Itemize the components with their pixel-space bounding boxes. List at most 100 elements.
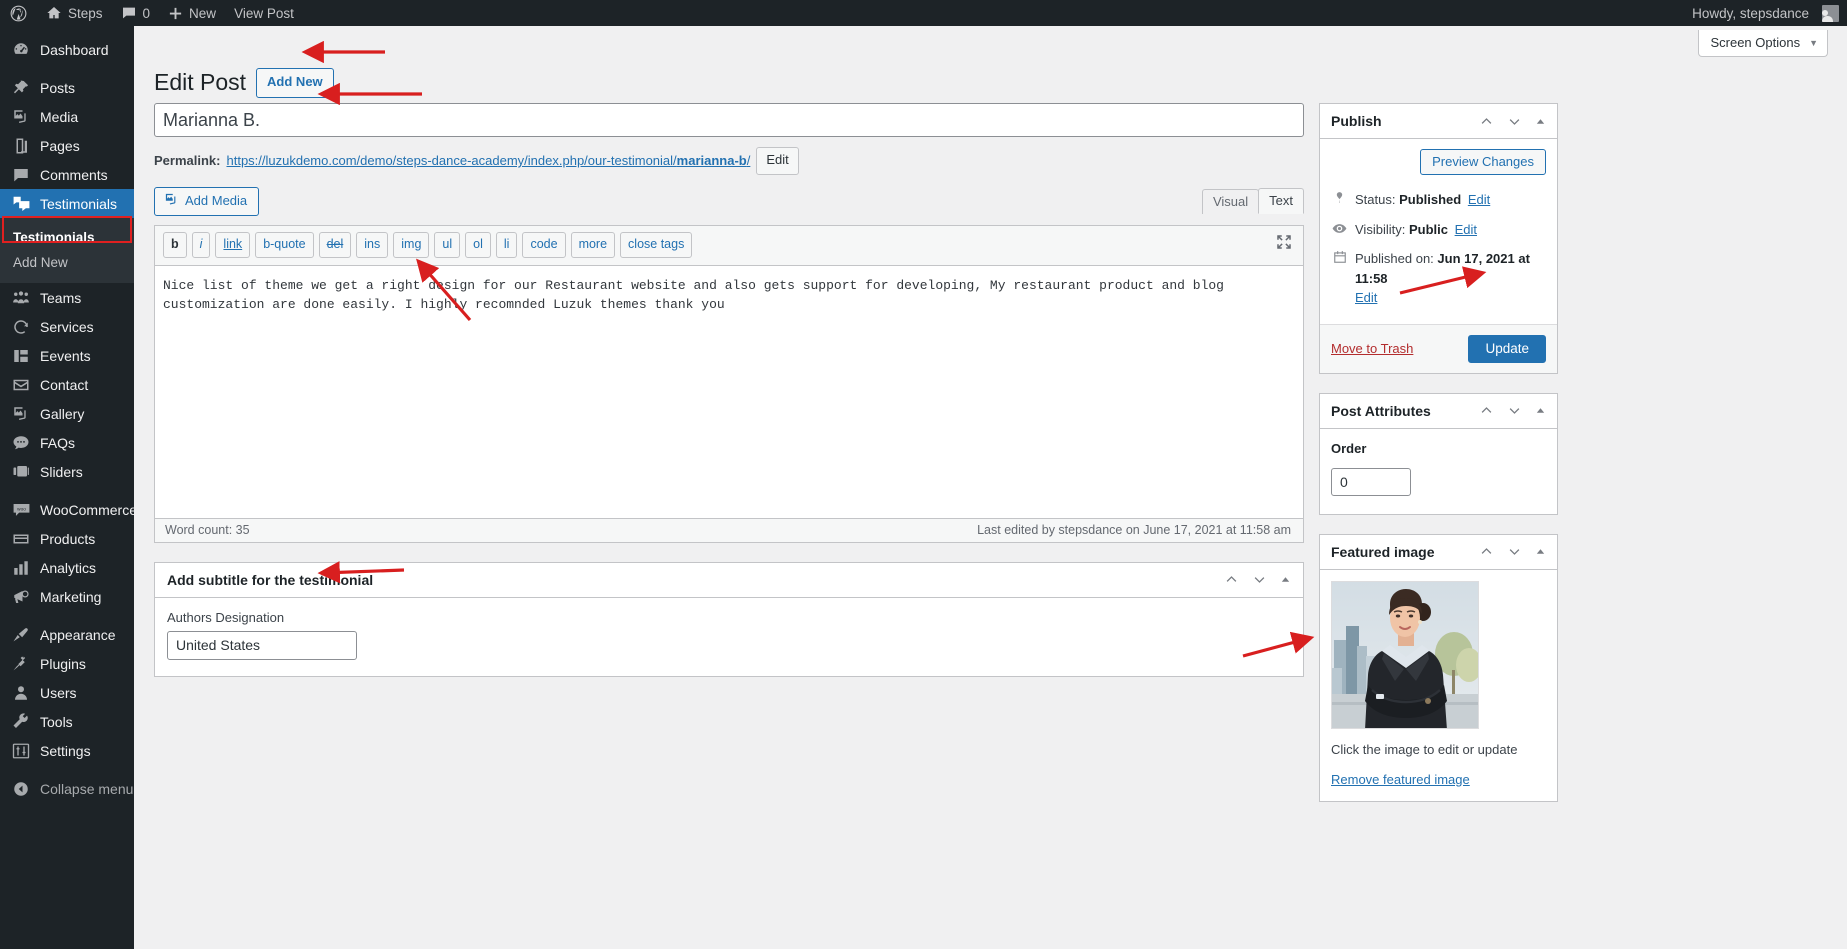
sidebar-item-tools[interactable]: Tools bbox=[0, 707, 134, 736]
post-body-main-column: Permalink: https://luzukdemo.com/demo/st… bbox=[154, 103, 1304, 677]
quicktags-toolbar: b i link b-quote del ins img ul ol li co… bbox=[155, 225, 1303, 266]
sidebar-item-label: Teams bbox=[40, 289, 82, 306]
envelope-icon bbox=[11, 375, 31, 395]
comment-bubble-icon bbox=[11, 165, 31, 185]
sidebar-item-gallery[interactable]: Gallery bbox=[0, 399, 134, 428]
comments-count: 0 bbox=[142, 5, 151, 21]
update-button[interactable]: Update bbox=[1468, 334, 1546, 363]
sidebar-item-plugins[interactable]: Plugins bbox=[0, 649, 134, 678]
qt-button-ul[interactable]: ul bbox=[434, 231, 461, 258]
sidebar-item-appearance[interactable]: Appearance bbox=[0, 620, 134, 649]
media-icon bbox=[164, 192, 179, 210]
preview-changes-button[interactable]: Preview Changes bbox=[1420, 149, 1546, 175]
tab-text[interactable]: Text bbox=[1258, 187, 1304, 214]
triangle-up-icon[interactable] bbox=[1535, 546, 1546, 557]
qt-button-i[interactable]: i bbox=[191, 231, 211, 258]
sidebar-item-label: Contact bbox=[40, 376, 89, 393]
triangle-up-icon[interactable] bbox=[1535, 116, 1546, 127]
editor-container: b i link b-quote del ins img ul ol li co… bbox=[154, 224, 1304, 543]
comments-menu[interactable]: 0 bbox=[112, 0, 160, 26]
sidebar-item-sliders[interactable]: Sliders bbox=[0, 457, 134, 486]
qt-button-b[interactable]: b bbox=[163, 231, 187, 258]
sidebar-item-pages[interactable]: Pages bbox=[0, 131, 134, 160]
submenu-item-testimonials[interactable]: Testimonials bbox=[0, 225, 134, 250]
publish-metabox: Publish Preview Changes Status: Publishe… bbox=[1319, 103, 1558, 374]
edit-permalink-button[interactable]: Edit bbox=[756, 147, 799, 175]
my-account-menu[interactable]: Howdy, stepsdance bbox=[1683, 0, 1839, 26]
edit-published-link[interactable]: Edit bbox=[1355, 288, 1546, 308]
pin-marker-icon bbox=[1331, 190, 1348, 204]
comment-bubble-icon bbox=[121, 5, 137, 21]
screen-options-button[interactable]: Screen Options ▼ bbox=[1698, 30, 1828, 57]
add-new-button[interactable]: Add New bbox=[256, 68, 334, 98]
sidebar-item-services[interactable]: Services bbox=[0, 312, 134, 341]
add-media-button[interactable]: Add Media bbox=[154, 186, 260, 216]
post-content-textarea[interactable] bbox=[155, 265, 1303, 518]
subtitle-metabox-title: Add subtitle for the testimonial bbox=[167, 571, 374, 588]
order-input[interactable] bbox=[1331, 467, 1411, 496]
new-content-menu[interactable]: New bbox=[159, 0, 225, 26]
edit-status-link[interactable]: Edit bbox=[1468, 192, 1490, 207]
expand-arrows-icon[interactable] bbox=[1275, 233, 1293, 251]
sidebar-item-teams[interactable]: Teams bbox=[0, 283, 134, 312]
view-post-link[interactable]: View Post bbox=[225, 0, 303, 26]
collapse-menu-button[interactable]: Collapse menu bbox=[0, 774, 134, 803]
remove-featured-image-link[interactable]: Remove featured image bbox=[1331, 772, 1546, 787]
triangle-up-icon[interactable] bbox=[1280, 574, 1291, 585]
sidebar-item-comments[interactable]: Comments bbox=[0, 160, 134, 189]
sidebar-item-products[interactable]: Products bbox=[0, 524, 134, 553]
qt-button-img[interactable]: img bbox=[393, 231, 430, 258]
edit-visibility-link[interactable]: Edit bbox=[1455, 222, 1477, 237]
subtitle-metabox-body: Authors Designation bbox=[155, 598, 1303, 676]
post-title-input[interactable] bbox=[154, 103, 1304, 137]
qt-button-ol[interactable]: ol bbox=[465, 231, 491, 258]
sidebar-item-media[interactable]: Media bbox=[0, 102, 134, 131]
qt-button-more[interactable]: more bbox=[570, 231, 616, 258]
order-label: Order bbox=[1331, 440, 1367, 456]
post-attributes-body: Order bbox=[1320, 429, 1557, 514]
chevron-up-icon[interactable] bbox=[1224, 572, 1239, 587]
subtitle-metabox: Add subtitle for the testimonial Authors… bbox=[154, 561, 1304, 677]
sidebar-item-settings[interactable]: Settings bbox=[0, 736, 134, 765]
sidebar-item-testimonials[interactable]: Testimonials bbox=[0, 189, 134, 218]
sidebar-item-dashboard[interactable]: Dashboard bbox=[0, 35, 134, 64]
menu-spacer-top bbox=[0, 26, 134, 35]
sidebar-item-faqs[interactable]: FAQs bbox=[0, 428, 134, 457]
chevron-up-icon[interactable] bbox=[1479, 114, 1494, 129]
qt-button-close-tags[interactable]: close tags bbox=[620, 231, 693, 258]
featured-image-header: Featured image bbox=[1320, 535, 1557, 570]
sidebar-item-marketing[interactable]: Marketing bbox=[0, 582, 134, 611]
qt-button-ins[interactable]: ins bbox=[356, 231, 389, 258]
site-name-menu[interactable]: Steps bbox=[37, 0, 112, 26]
new-label: New bbox=[189, 5, 217, 21]
chevron-down-icon[interactable] bbox=[1507, 544, 1522, 559]
featured-image-thumbnail[interactable] bbox=[1331, 580, 1479, 729]
tab-visual[interactable]: Visual bbox=[1201, 188, 1260, 214]
wp-logo-menu[interactable] bbox=[0, 0, 37, 26]
chevron-up-icon[interactable] bbox=[1479, 544, 1494, 559]
sidebar-item-eevents[interactable]: Eevents bbox=[0, 341, 134, 370]
chevron-down-icon[interactable] bbox=[1252, 572, 1267, 587]
sidebar-item-woocommerce[interactable]: woo WooCommerce bbox=[0, 495, 134, 524]
qt-button-li[interactable]: li bbox=[495, 231, 518, 258]
sidebar-item-analytics[interactable]: Analytics bbox=[0, 553, 134, 582]
user-icon bbox=[11, 683, 31, 703]
chevron-up-icon[interactable] bbox=[1479, 403, 1494, 418]
move-to-trash-link[interactable]: Move to Trash bbox=[1331, 341, 1413, 356]
sidebar-item-posts[interactable]: Posts bbox=[0, 73, 134, 102]
permalink-url[interactable]: https://luzukdemo.com/demo/steps-dance-a… bbox=[226, 153, 750, 168]
qt-button-del[interactable]: del bbox=[318, 231, 352, 258]
sidebar-item-users[interactable]: Users bbox=[0, 678, 134, 707]
qt-button-link[interactable]: link bbox=[215, 231, 251, 258]
qt-button-code[interactable]: code bbox=[522, 231, 566, 258]
sidebar-item-contact[interactable]: Contact bbox=[0, 370, 134, 399]
triangle-up-icon[interactable] bbox=[1535, 405, 1546, 416]
sidebar-item-label: Comments bbox=[40, 166, 108, 183]
authors-designation-input[interactable] bbox=[167, 630, 357, 660]
chevron-down-icon[interactable] bbox=[1507, 403, 1522, 418]
wrench-icon bbox=[11, 712, 31, 732]
qt-button-b-quote[interactable]: b-quote bbox=[255, 231, 314, 258]
chevron-down-icon[interactable] bbox=[1507, 114, 1522, 129]
submenu-item-add-new[interactable]: Add New bbox=[0, 250, 134, 275]
post-attributes-handle-actions bbox=[1479, 403, 1546, 418]
